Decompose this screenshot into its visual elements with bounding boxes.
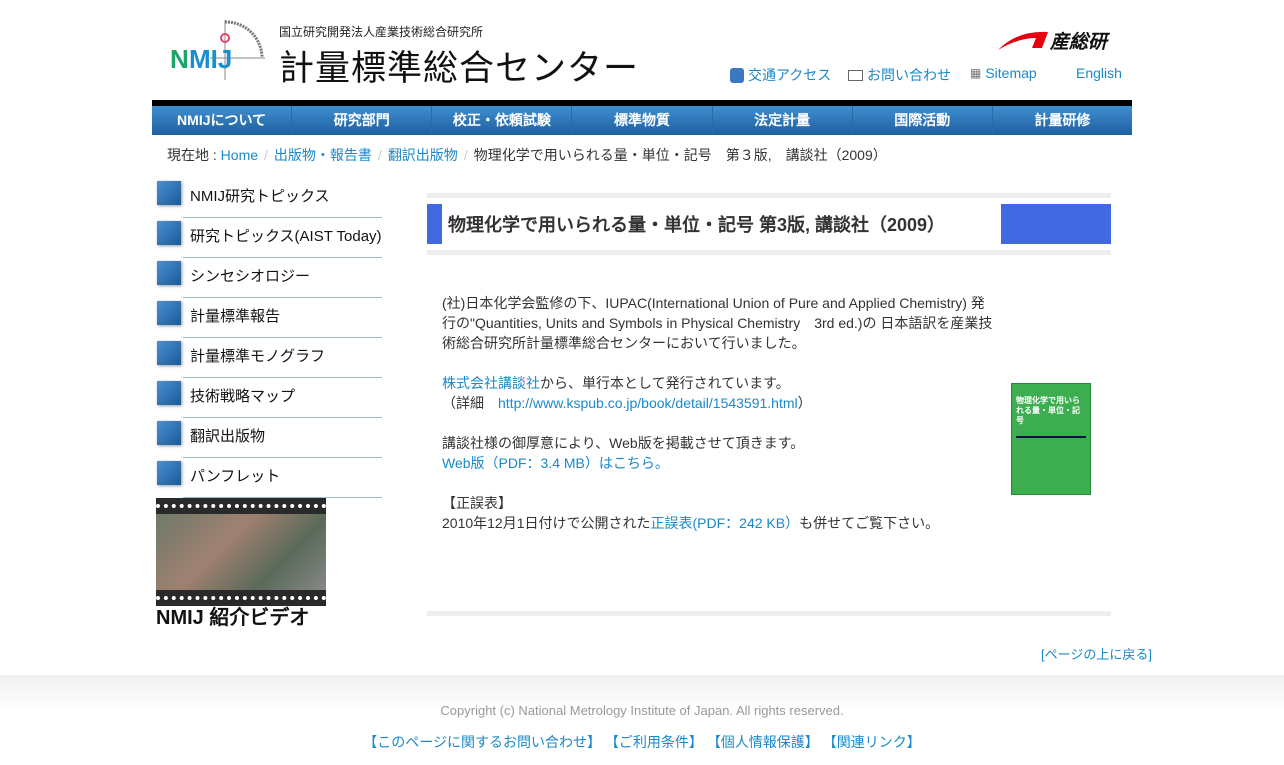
divider (427, 611, 1111, 616)
book-cover-image: 物理化学で用いられる量・単位・記号 (1011, 383, 1091, 495)
footer: Copyright (c) National Metrology Institu… (0, 675, 1284, 765)
sitemap-link[interactable]: ▦ Sitemap (970, 65, 1037, 81)
sidebar-item-translations[interactable]: 翻訳出版物 (157, 418, 382, 458)
breadcrumb-translations[interactable]: 翻訳出版物 (388, 147, 458, 163)
bus-icon (730, 67, 744, 83)
square-icon (157, 181, 181, 205)
web-pdf-link[interactable]: Web版（PDF：3.4 MB）はこちら。 (442, 455, 669, 471)
detail-url-link[interactable]: http://www.kspub.co.jp/book/detail/15435… (498, 395, 798, 411)
footer-privacy-link[interactable]: 【個人情報保護】 (707, 734, 819, 750)
title-row: 物理化学で用いられる量・単位・記号 第3版, 講談社（2009） (427, 204, 1111, 244)
access-link[interactable]: 交通アクセス (730, 65, 831, 85)
nav-legal-metrology[interactable]: 法定計量 (713, 106, 853, 135)
square-icon (157, 341, 181, 365)
nmij-logo[interactable]: N MIJ (170, 20, 265, 82)
errata-link[interactable]: 正誤表(PDF：242 KB） (651, 515, 800, 531)
sidebar-item-aist-today[interactable]: 研究トピックス(AIST Today) (157, 218, 382, 258)
nav-calibration[interactable]: 校正・依頼試験 (432, 106, 573, 135)
copyright: Copyright (c) National Metrology Institu… (440, 703, 844, 718)
breadcrumb-home[interactable]: Home (221, 147, 258, 163)
back-to-top-link[interactable]: [ページの上に戻る] (1041, 644, 1152, 663)
nav-about[interactable]: NMIJについて (152, 106, 293, 135)
page-title: 物理化学で用いられる量・単位・記号 第3版, 講談社（2009） (448, 215, 946, 235)
footer-contact-link[interactable]: 【このページに関するお問い合わせ】 (363, 734, 601, 750)
square-icon (157, 421, 181, 445)
breadcrumb-current: 物理化学で用いられる量・単位・記号 第３版, 講談社（2009） (473, 147, 887, 163)
sidebar-item-nmij-topics[interactable]: NMIJ研究トピックス (157, 178, 382, 218)
contact-link[interactable]: お問い合わせ (848, 65, 951, 85)
sidebar-item-monographs[interactable]: 計量標準モノグラフ (157, 338, 382, 378)
site-title: 計量標準総合センター (279, 49, 640, 88)
mail-icon (848, 69, 863, 81)
aist-logo[interactable]: 産総研 (998, 28, 1120, 52)
nav-training[interactable]: 計量研修 (993, 106, 1132, 135)
footer-terms-link[interactable]: 【ご利用条件】 (605, 734, 703, 750)
english-link[interactable]: English (1076, 65, 1122, 81)
sidebar-item-reports[interactable]: 計量標準報告 (157, 298, 382, 338)
svg-text:産総研: 産総研 (1049, 31, 1111, 52)
sitemap-icon: ▦ (970, 66, 982, 80)
square-icon (157, 301, 181, 325)
nav-reference-materials[interactable]: 標準物質 (572, 106, 713, 135)
footer-related-link[interactable]: 【関連リンク】 (823, 734, 921, 750)
sidebar: NMIJ研究トピックス 研究トピックス(AIST Today) シンセシオロジー… (155, 178, 382, 498)
svg-text:MIJ: MIJ (189, 44, 232, 74)
intro-video-banner[interactable]: NMIJ 紹介ビデオ (156, 498, 326, 630)
org-name: 国立研究開発法人産業技術総合研究所 (279, 25, 484, 39)
breadcrumb-publications[interactable]: 出版物・報告書 (274, 147, 372, 163)
sidebar-item-strategy-map[interactable]: 技術戦略マップ (157, 378, 382, 418)
square-icon (157, 221, 181, 245)
square-icon (157, 461, 181, 485)
article-body: (社)日本化学会監修の下、IUPAC(International Union o… (427, 255, 1111, 611)
square-icon (157, 261, 181, 285)
divider (427, 193, 1111, 198)
kodansha-link[interactable]: 株式会社講談社 (442, 375, 540, 391)
sidebar-item-pamphlets[interactable]: パンフレット (157, 458, 382, 498)
nav-research[interactable]: 研究部門 (292, 106, 433, 135)
main-content: 物理化学で用いられる量・単位・記号 第3版, 講談社（2009） (社)日本化学… (427, 193, 1111, 616)
main-nav: NMIJについて 研究部門 校正・依頼試験 標準物質 法定計量 国際活動 計量研… (152, 106, 1132, 135)
intro-paragraph: (社)日本化学会監修の下、IUPAC(International Union o… (442, 295, 993, 351)
svg-text:N: N (170, 44, 189, 74)
breadcrumb: 現在地 : Home / 出版物・報告書 / 翻訳出版物 / 物理化学で用いられる量・単位・… (167, 147, 887, 163)
square-icon (157, 381, 181, 405)
nav-international[interactable]: 国際活動 (853, 106, 993, 135)
sidebar-item-synthesiology[interactable]: シンセシオロジー (157, 258, 382, 298)
